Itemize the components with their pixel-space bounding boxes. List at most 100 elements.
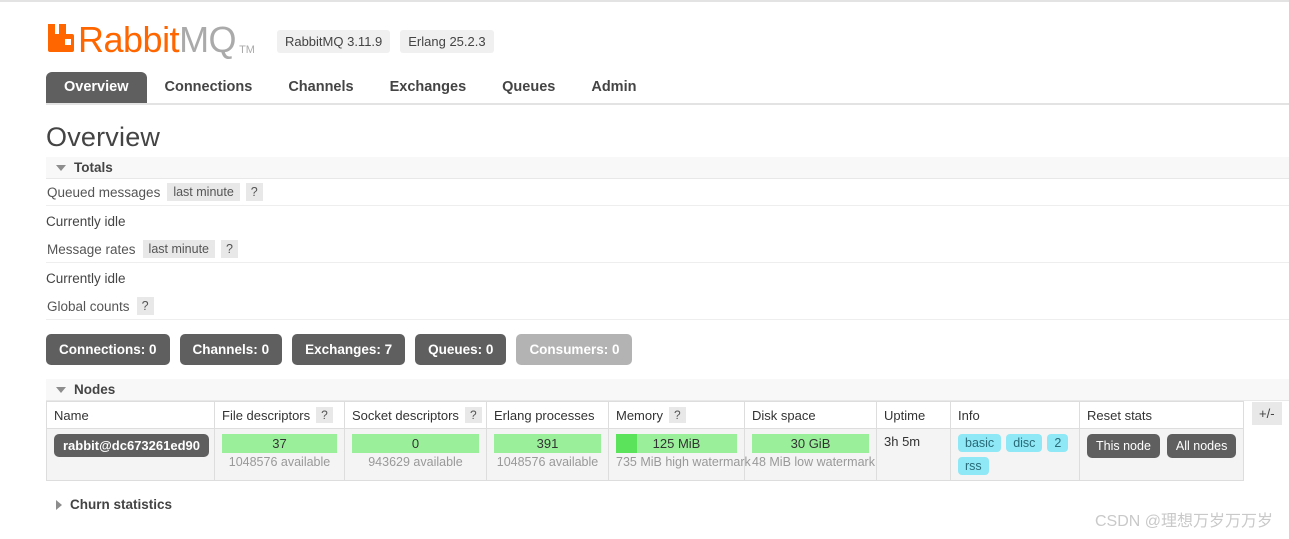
pill-rabbitmq-version: RabbitMQ 3.11.9 [276,30,391,53]
cell-reset-stats: This node All nodes [1079,428,1244,481]
cell-socket-descriptors: 0 943629 available [344,428,487,481]
badge-exchanges-label: Exchanges: [305,342,381,357]
chevron-right-icon [56,499,62,510]
tab-queues[interactable]: Queues [484,72,573,103]
cell-file-descriptors: 37 1048576 available [214,428,345,481]
status-message-rates: Currently idle [46,270,126,286]
cell-erlang-processes: 391 1048576 available [486,428,609,481]
gauge-sub-disk-space: 48 MiB low watermark [752,455,875,469]
reset-all-nodes-button[interactable]: All nodes [1166,434,1237,458]
col-uptime[interactable]: Uptime [876,401,951,429]
watermark: CSDN @理想万岁万万岁 [1094,513,1273,530]
gauge-sub-file-descriptors: 1048576 available [228,455,331,469]
badge-consumers-label: Consumers: [529,342,609,357]
badge-queues-value: 0 [485,342,494,357]
overview-page: RabbitMQ TM RabbitMQ 3.11.9 Erlang 25.2.… [0,0,1289,539]
rabbitmq-logo[interactable]: RabbitMQ TM [46,20,255,59]
help-icon-global-counts[interactable]: ? [136,297,154,315]
main-nav-tabs: Overview Connections Channels Exchanges … [46,71,1289,105]
col-name[interactable]: Name [46,401,215,429]
nodes-table-header-row: Name File descriptors ? Socket descripto… [46,401,1244,429]
badge-channels-value: 0 [261,342,270,357]
rabbitmq-logo-icon [46,20,76,59]
col-reset-stats[interactable]: Reset stats [1079,401,1244,429]
chip-queued-messages-period[interactable]: last minute [167,183,240,201]
tab-overview[interactable]: Overview [46,71,147,103]
logo-trademark: TM [239,44,255,56]
help-icon-message-rates[interactable]: ? [221,240,238,258]
gauge-socket-descriptors: 0 [352,434,479,453]
toggle-columns-button[interactable]: +/- [1252,402,1282,425]
gauge-value-memory: 125 MiB [652,436,701,451]
gauge-sub-socket-descriptors: 943629 available [368,455,463,469]
nodes-table: Name File descriptors ? Socket descripto… [46,401,1244,481]
chevron-down-icon [56,386,66,393]
col-info[interactable]: Info [950,401,1080,429]
label-queued-messages: Queued messages [47,184,161,200]
version-pills: RabbitMQ 3.11.9 Erlang 25.2.3 [276,30,494,53]
gauge-value-erlang-processes: 391 [536,436,559,451]
tab-exchanges[interactable]: Exchanges [372,72,485,103]
col-erlang-processes-label: Erlang processes [494,407,595,423]
reset-this-node-button[interactable]: This node [1087,434,1160,458]
chip-message-rates-period[interactable]: last minute [142,240,215,258]
row-global-counts: Global counts ? [46,293,1289,320]
badge-channels[interactable]: Channels: 0 [179,334,283,365]
label-global-counts: Global counts [47,298,130,314]
col-memory[interactable]: Memory ? [608,401,745,429]
badge-connections[interactable]: Connections: 0 [46,334,170,365]
badge-queues[interactable]: Queues: 0 [415,334,507,365]
badge-exchanges[interactable]: Exchanges: 7 [292,334,406,365]
nodes-table-wrap: Name File descriptors ? Socket descripto… [46,401,1289,481]
help-icon-socket-descriptors[interactable]: ? [464,407,482,423]
col-info-label: Info [958,407,980,423]
section-header-nodes[interactable]: Nodes [46,379,1289,401]
col-erlang-processes[interactable]: Erlang processes [486,401,609,429]
gauge-erlang-processes: 391 [494,434,601,453]
help-icon-memory[interactable]: ? [668,407,686,423]
info-badge-disc[interactable]: disc [1006,434,1043,452]
col-file-descriptors-label: File descriptors [222,407,311,423]
logo-text-mq: MQ [179,18,237,60]
page-title: Overview [46,122,161,152]
section-label-totals: Totals [74,160,113,175]
help-icon-queued-messages[interactable]: ? [245,183,263,201]
col-socket-descriptors[interactable]: Socket descriptors ? [344,401,487,429]
badge-connections-value: 0 [149,342,157,357]
tab-channels[interactable]: Channels [270,72,371,103]
gauge-value-socket-descriptors: 0 [411,436,420,451]
cell-memory: 125 MiB 735 MiB high watermark [608,428,751,481]
logo-text-rabbit: Rabbit [78,18,180,60]
help-icon-file-descriptors[interactable]: ? [316,407,333,423]
row-message-rates: Message rates last minute ? [46,236,1289,263]
badge-consumers[interactable]: Consumers: 0 [516,334,633,365]
gauge-sub-erlang-processes: 1048576 available [496,455,599,469]
col-socket-descriptors-label: Socket descriptors [352,407,459,423]
status-queued-messages: Currently idle [46,213,126,229]
tab-admin[interactable]: Admin [573,72,654,103]
gauge-sub-memory: 735 MiB high watermark [616,455,751,469]
label-message-rates: Message rates [47,241,136,257]
col-name-label: Name [54,407,89,423]
section-label-nodes: Nodes [74,382,116,397]
section-header-totals[interactable]: Totals [46,157,1289,179]
info-badge-list: basic disc 2 rss [958,434,1072,475]
info-badge-basic[interactable]: basic [958,434,1002,452]
node-name-pill[interactable]: rabbit@dc673261ed90 [54,434,209,457]
badge-connections-label: Connections: [59,342,146,357]
gauge-value-disk-space: 30 GiB [790,436,831,451]
reset-stats-buttons: This node All nodes [1087,434,1237,458]
col-disk-space[interactable]: Disk space [744,401,877,429]
info-badge-count[interactable]: 2 [1047,434,1069,452]
col-file-descriptors[interactable]: File descriptors ? [214,401,345,429]
pill-erlang-version: Erlang 25.2.3 [400,30,494,53]
cell-node-name: rabbit@dc673261ed90 [46,428,215,481]
badge-queues-label: Queues: [428,342,483,357]
col-reset-stats-label: Reset stats [1087,407,1153,423]
app-header: RabbitMQ TM RabbitMQ 3.11.9 Erlang 25.2.… [0,2,1289,59]
info-badge-rss[interactable]: rss [958,457,989,475]
section-label-churn-statistics: Churn statistics [70,497,173,512]
tab-connections[interactable]: Connections [147,72,271,103]
col-memory-label: Memory [616,407,663,423]
badge-exchanges-value: 7 [384,342,393,357]
